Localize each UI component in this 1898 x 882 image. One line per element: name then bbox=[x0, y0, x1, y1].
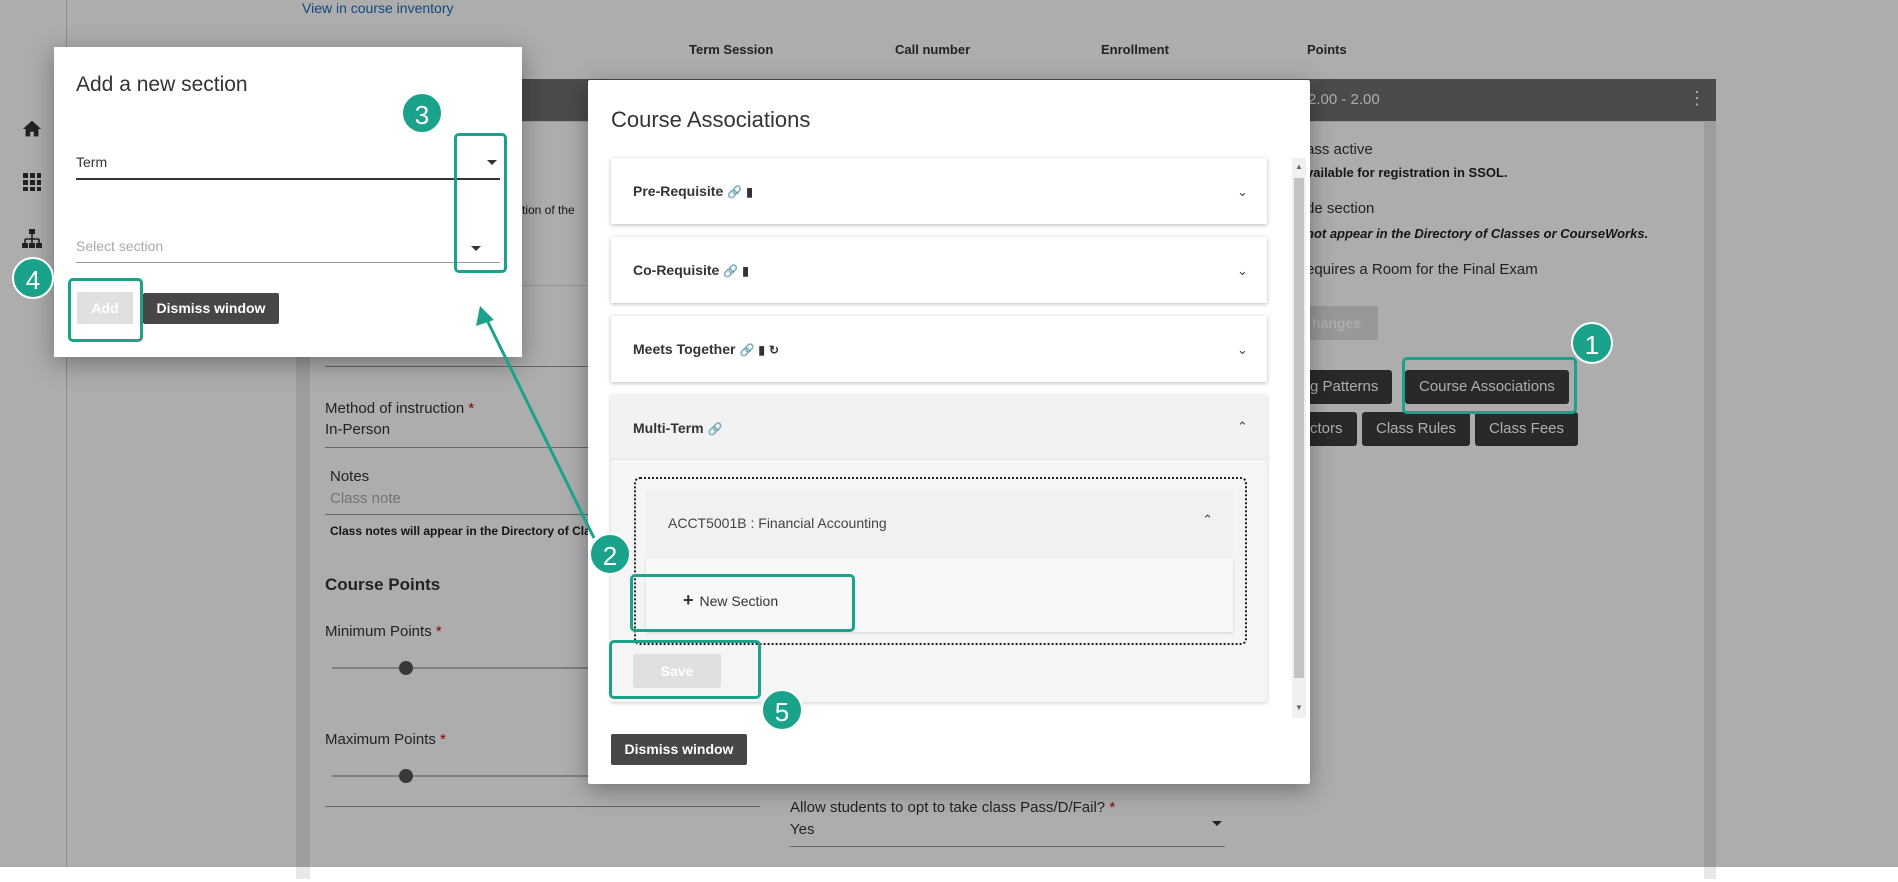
accordion-label: Meets Together bbox=[633, 341, 736, 357]
highlight-add-button bbox=[68, 278, 143, 342]
document-icon: ▮ bbox=[758, 343, 765, 357]
link-icon: 🔗 bbox=[723, 264, 739, 278]
link-icon: 🔗 bbox=[739, 343, 755, 357]
accordion-meets-together[interactable]: Meets Together 🔗 ▮ ↻ ⌄ bbox=[611, 316, 1267, 382]
highlight-save-button bbox=[609, 640, 761, 699]
annotation-badge-2: 2 bbox=[589, 533, 631, 575]
highlight-course-associations bbox=[1402, 357, 1577, 414]
dismiss-window-button[interactable]: Dismiss window bbox=[143, 293, 279, 324]
document-icon: ▮ bbox=[746, 185, 753, 199]
refresh-icon: ↻ bbox=[769, 343, 780, 357]
highlight-dropdowns bbox=[454, 133, 507, 273]
section-select[interactable]: Select section bbox=[76, 236, 500, 263]
scroll-up-arrow[interactable]: ▲ bbox=[1295, 162, 1303, 171]
add-section-title: Add a new section bbox=[76, 73, 248, 96]
document-icon: ▮ bbox=[742, 264, 749, 278]
dismiss-window-button[interactable]: Dismiss window bbox=[611, 734, 747, 765]
chevron-up-icon[interactable]: ⌃ bbox=[1202, 512, 1213, 528]
course-row[interactable]: ACCT5001B : Financial Accounting ⌃ bbox=[646, 490, 1233, 558]
annotation-badge-3: 3 bbox=[401, 92, 443, 134]
accordion-pre-requisite[interactable]: Pre-Requisite 🔗 ▮ ⌄ bbox=[611, 158, 1267, 224]
term-select-value: Term bbox=[76, 154, 108, 170]
annotation-badge-1: 1 bbox=[1571, 322, 1613, 364]
chevron-down-icon[interactable]: ⌄ bbox=[1237, 263, 1249, 278]
chevron-down-icon[interactable]: ⌄ bbox=[1237, 342, 1249, 357]
scrollbar-thumb[interactable] bbox=[1294, 178, 1304, 678]
accordion-co-requisite[interactable]: Co-Requisite 🔗 ▮ ⌄ bbox=[611, 237, 1267, 303]
accordion-label: Multi-Term bbox=[633, 420, 704, 436]
annotation-badge-5: 5 bbox=[761, 689, 803, 731]
section-select-placeholder: Select section bbox=[76, 238, 164, 254]
highlight-new-section bbox=[630, 574, 855, 632]
course-associations-title: Course Associations bbox=[611, 107, 811, 132]
chevron-down-icon[interactable]: ⌄ bbox=[1237, 184, 1249, 199]
accordion-label: Pre-Requisite bbox=[633, 183, 724, 199]
term-select[interactable]: Term bbox=[76, 150, 500, 180]
course-row-label: ACCT5001B : Financial Accounting bbox=[668, 515, 887, 531]
chevron-up-icon[interactable]: ⌃ bbox=[1237, 419, 1249, 434]
scroll-down-arrow[interactable]: ▼ bbox=[1295, 703, 1303, 712]
link-icon: 🔗 bbox=[707, 422, 723, 436]
accordion-multi-term[interactable]: Multi-Term 🔗 ⌃ bbox=[611, 395, 1267, 461]
link-icon: 🔗 bbox=[727, 185, 743, 199]
accordion-label: Co-Requisite bbox=[633, 262, 720, 278]
annotation-badge-4: 4 bbox=[12, 257, 54, 299]
